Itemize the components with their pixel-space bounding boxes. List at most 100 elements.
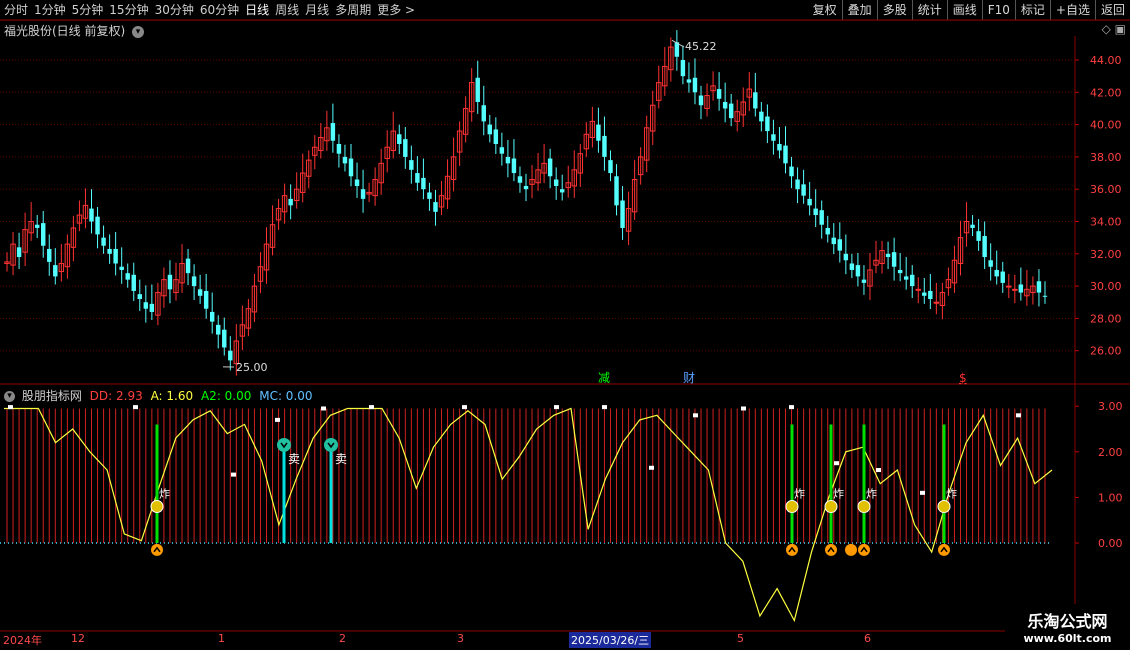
- a-marker: [8, 405, 13, 410]
- indicator-tick-label: 3.00: [1098, 400, 1123, 413]
- candle-body: [517, 176, 523, 183]
- indicator-panel: 炸 炸 炸 炸 炸 卖 卖: [0, 405, 1053, 623]
- chevron-down-icon[interactable]: ▾: [4, 391, 15, 402]
- down-arrow-icon: [324, 437, 338, 452]
- a-marker: [133, 405, 138, 410]
- candle-body: [1000, 271, 1005, 283]
- candle-body: [928, 290, 933, 300]
- candle-body: [397, 134, 402, 144]
- coin-icon: [937, 500, 951, 514]
- indicator-name: 股朋指标网: [21, 389, 82, 403]
- candle-body: [53, 265, 58, 277]
- candle-body: [722, 101, 728, 109]
- signal-label: 炸: [833, 487, 844, 500]
- candle-body: [125, 273, 130, 280]
- candle-body: [680, 60, 686, 77]
- candle-body: [427, 192, 432, 199]
- signal-label: 炸: [866, 487, 877, 500]
- candle-body: [614, 176, 619, 206]
- date-label-year: 2024年: [3, 634, 42, 647]
- candle-body: [95, 216, 100, 235]
- date-selected: 2025/03/26/三: [569, 632, 652, 648]
- candle-body: [216, 324, 221, 335]
- candle-body: [330, 122, 336, 141]
- a-marker: [602, 405, 607, 410]
- candle-body: [759, 111, 764, 122]
- indicator-dd: DD: 2.93: [89, 389, 143, 403]
- candle-body: [843, 253, 849, 261]
- candle-body: [982, 236, 987, 258]
- candle-body: [698, 95, 704, 106]
- date-label-1: 1: [218, 632, 225, 645]
- candle-body: [825, 227, 830, 235]
- candle-body: [547, 158, 553, 177]
- candle-body: [777, 143, 782, 151]
- candle-body: [910, 274, 915, 287]
- date-axis: 2024年 12 1 2 3 2025/03/26/三 5 6: [0, 631, 1130, 650]
- candle-body: [197, 289, 203, 296]
- indicator-title-bar[interactable]: ▾ 股朋指标网 DD: 2.93 A: 1.60 A2: 0.00 MC: 0.…: [4, 387, 313, 404]
- candle-body: [903, 276, 909, 280]
- candle-body: [855, 265, 861, 277]
- candle-body: [686, 79, 692, 83]
- candle-body: [403, 139, 408, 157]
- candlestick-series: [4, 30, 1048, 376]
- candle-body: [228, 350, 233, 361]
- candle-body: [897, 269, 903, 274]
- candle-body: [801, 184, 806, 196]
- a-marker: [1016, 413, 1021, 418]
- up-arrow-icon: [845, 543, 857, 556]
- candle-body: [795, 179, 800, 190]
- coin-icon: [150, 500, 164, 514]
- candle-body: [288, 198, 293, 206]
- candle-body: [813, 208, 818, 216]
- candle-body: [922, 292, 927, 296]
- candle-body: [89, 208, 94, 222]
- sell-label: 卖: [288, 452, 300, 466]
- date-label-6: 6: [864, 632, 871, 645]
- up-arrow-icon: [858, 543, 870, 556]
- candle-body: [716, 89, 722, 99]
- candle-body: [602, 135, 607, 157]
- candle-body: [596, 124, 601, 141]
- up-arrow-icon: [938, 543, 950, 556]
- a-marker: [462, 405, 467, 410]
- candle-body: [559, 189, 565, 193]
- candle-body: [861, 279, 867, 283]
- signal-label: 炸: [159, 487, 170, 500]
- up-arrow-icon: [825, 543, 837, 556]
- candle-body: [34, 224, 40, 228]
- high-price-label: 45.22: [685, 40, 717, 53]
- candle-body: [493, 129, 499, 144]
- a-marker: [876, 468, 881, 473]
- candle-body: [360, 189, 366, 199]
- a-marker: [369, 405, 374, 410]
- watermark-title: 乐淘公式网: [1027, 612, 1108, 631]
- candle-body: [891, 252, 897, 267]
- kline-chart[interactable]: 44.0042.0040.0038.0036.0034.0032.0030.00…: [0, 0, 1130, 650]
- candle-body: [819, 210, 824, 225]
- candle-body: [933, 301, 940, 304]
- candle-body: [487, 124, 493, 135]
- candle-body: [771, 134, 776, 141]
- event-marker-dollar: $: [959, 371, 967, 385]
- candle-body: [1012, 288, 1018, 291]
- watermark-url: www.60lt.com: [1023, 632, 1112, 645]
- candle-body: [167, 274, 173, 290]
- candle-body: [113, 248, 118, 264]
- candle-body: [119, 266, 124, 270]
- price-tick-label: 40.00: [1090, 119, 1122, 132]
- date-label-3: 3: [457, 632, 464, 645]
- candle-body: [915, 288, 921, 291]
- a-marker: [231, 472, 236, 477]
- candle-body: [970, 224, 975, 228]
- candle-body: [143, 302, 149, 309]
- candle-body: [807, 198, 812, 206]
- a-marker: [834, 461, 839, 466]
- a-marker: [741, 406, 746, 411]
- candle-body: [191, 276, 197, 287]
- indicator-mc: MC: 0.00: [259, 389, 313, 403]
- sell-label: 卖: [335, 452, 347, 466]
- date-label-12: 12: [71, 632, 85, 645]
- coin-icon: [824, 500, 838, 514]
